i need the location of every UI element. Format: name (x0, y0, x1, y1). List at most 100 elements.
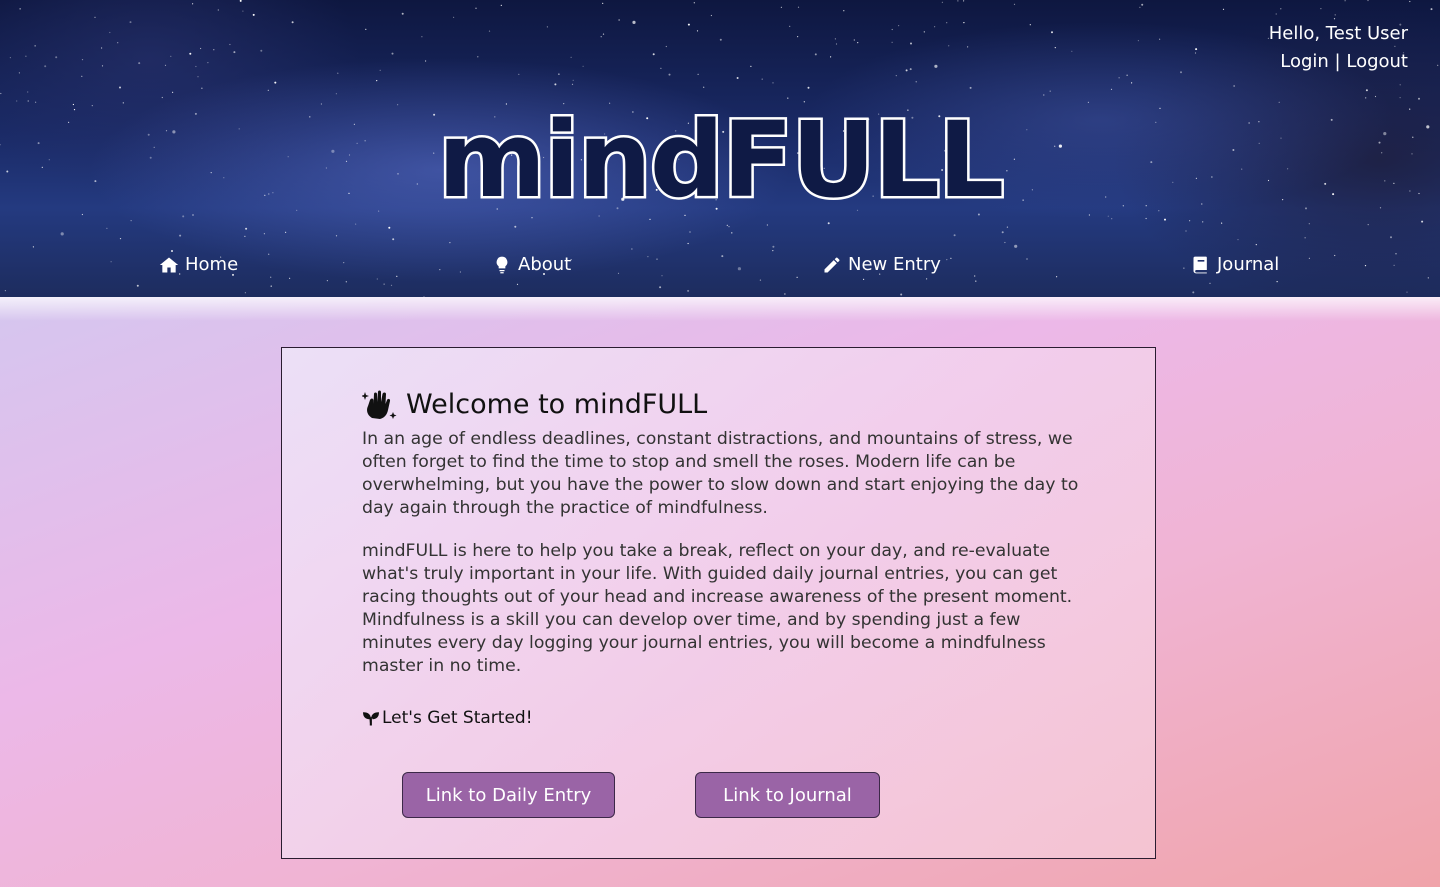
star (687, 242, 689, 245)
star (618, 19, 620, 21)
star (797, 6, 800, 8)
star (1118, 77, 1120, 79)
star (772, 82, 774, 84)
star (164, 64, 167, 66)
header-fade (0, 297, 1440, 321)
star (750, 65, 752, 67)
star (106, 227, 108, 229)
star (244, 235, 246, 237)
star (710, 14, 713, 17)
star (383, 283, 385, 285)
greeting-text: Hello, Test User (1268, 23, 1408, 44)
star (703, 86, 705, 88)
star (895, 75, 897, 77)
star (1131, 82, 1133, 84)
main-nav: Home About New Entry Journal (0, 250, 1440, 282)
star (453, 16, 455, 18)
logout-link[interactable]: Logout (1346, 51, 1408, 72)
star (475, 7, 477, 9)
star (1049, 90, 1051, 92)
star (963, 22, 965, 24)
star (1437, 64, 1439, 66)
star (4, 290, 6, 292)
star (109, 31, 111, 34)
nav-about[interactable]: About (492, 250, 571, 280)
star (1054, 47, 1056, 49)
star (1071, 50, 1073, 52)
star (263, 233, 265, 235)
star (242, 10, 244, 12)
star (55, 56, 58, 59)
nav-home[interactable]: Home (159, 250, 238, 280)
star (1014, 244, 1018, 248)
star (963, 0, 965, 2)
star (252, 13, 255, 16)
star (1185, 230, 1187, 232)
star (572, 79, 574, 81)
star (25, 55, 27, 57)
star (213, 49, 215, 51)
star (32, 246, 35, 248)
star (934, 64, 938, 68)
nav-new-entry[interactable]: New Entry (822, 250, 941, 280)
star (969, 86, 972, 89)
star (119, 86, 121, 89)
star (1409, 0, 1411, 3)
star (390, 284, 393, 286)
header-banner: Hello, Test User Login | Logout mindFULL… (0, 0, 1440, 297)
star (632, 20, 636, 24)
star (130, 220, 132, 222)
star (285, 231, 287, 233)
star (570, 56, 572, 59)
star (391, 52, 394, 55)
star (267, 89, 269, 91)
star (1001, 231, 1004, 234)
star (784, 293, 786, 295)
star (244, 292, 246, 294)
star (1374, 95, 1377, 98)
star (697, 73, 699, 75)
star (728, 226, 730, 228)
welcome-title: Welcome to mindFULL (406, 388, 708, 420)
star (1006, 226, 1009, 228)
star (789, 25, 791, 27)
star (1221, 222, 1223, 224)
book-icon (1193, 256, 1207, 274)
star (192, 3, 194, 5)
nav-new-entry-label: New Entry (848, 254, 941, 275)
star (941, 1, 944, 3)
star (1308, 223, 1310, 225)
user-greeting-block: Hello, Test User Login | Logout (1269, 20, 1408, 76)
nav-journal-label: Journal (1217, 254, 1280, 275)
star (60, 232, 64, 236)
star (571, 83, 574, 85)
star (379, 69, 381, 71)
journal-button[interactable]: Link to Journal (695, 772, 880, 818)
star (1275, 13, 1277, 15)
star (1304, 237, 1306, 239)
star (195, 65, 197, 68)
star (172, 91, 174, 93)
star (1013, 3, 1016, 5)
star (500, 4, 502, 6)
star (696, 30, 699, 32)
star (376, 80, 378, 82)
star (1194, 52, 1197, 54)
star (780, 6, 783, 8)
daily-entry-button[interactable]: Link to Daily Entry (402, 772, 615, 818)
star (260, 49, 263, 52)
star (94, 16, 96, 18)
star (449, 242, 451, 244)
star (957, 0, 959, 2)
star (814, 53, 817, 56)
login-link[interactable]: Login (1280, 51, 1329, 72)
star (245, 227, 248, 230)
star (546, 26, 549, 28)
star (1344, 0, 1346, 2)
star (857, 42, 859, 44)
nav-journal[interactable]: Journal (1191, 250, 1279, 280)
star (797, 36, 799, 38)
star (891, 28, 893, 31)
site-logo[interactable]: mindFULL (0, 98, 1440, 223)
star (905, 69, 908, 72)
